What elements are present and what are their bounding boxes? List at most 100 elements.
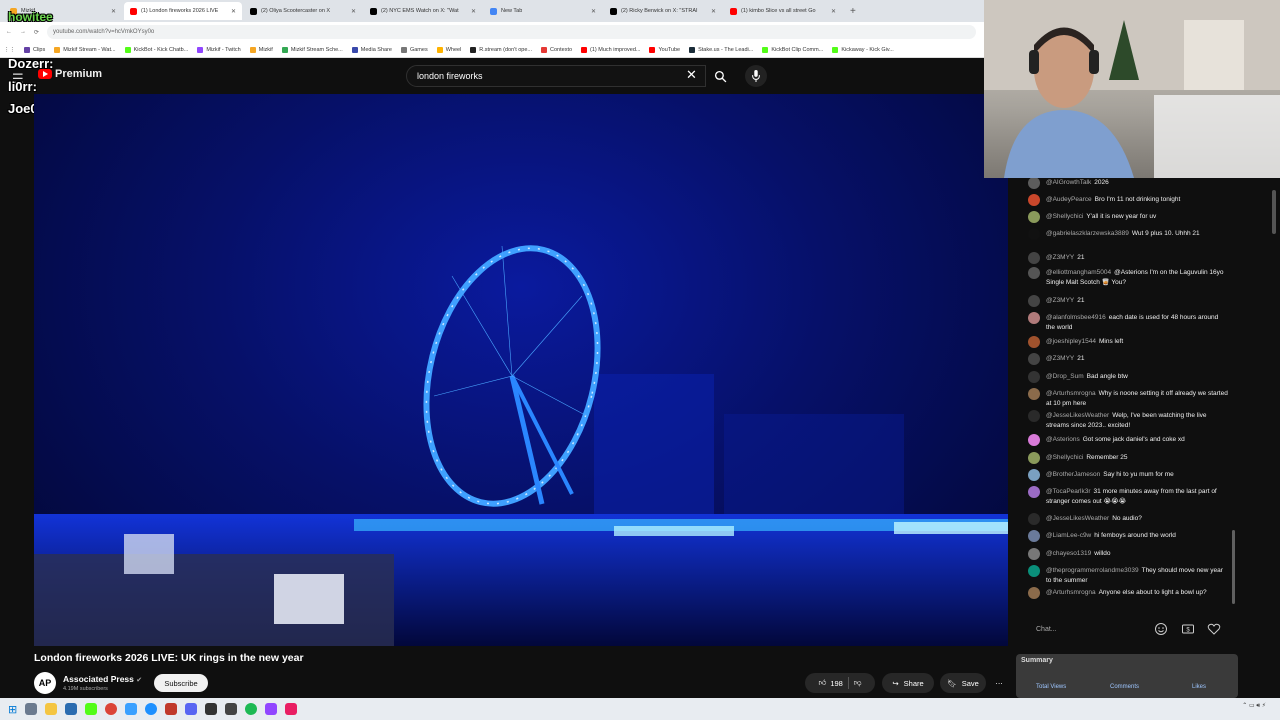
- chat-author[interactable]: @Drop_Sum: [1046, 373, 1084, 380]
- browser-tab[interactable]: (2) NYC EMS Watch on X: "Wat ✕: [364, 2, 482, 20]
- chat-author[interactable]: @Z3MYY: [1046, 355, 1074, 362]
- share-button[interactable]: ↪ Share: [882, 673, 934, 693]
- forward-arrow-icon[interactable]: →: [20, 29, 26, 35]
- chat-author[interactable]: @gabrielaszklarzewska3889: [1046, 230, 1129, 237]
- chat-avatar[interactable]: [1028, 434, 1040, 446]
- bookmark-item[interactable]: Stake.us - The Leadi...: [689, 46, 753, 53]
- emoji-icon[interactable]: [1154, 622, 1168, 636]
- bookmark-item[interactable]: Clips: [24, 46, 45, 53]
- dislike-button[interactable]: 👎︎: [854, 678, 862, 688]
- tab-close-icon[interactable]: ✕: [351, 8, 356, 15]
- chat-author[interactable]: @Arturhsmrogna: [1046, 589, 1096, 596]
- chat-author[interactable]: @Shellychici: [1046, 454, 1083, 461]
- app-icon[interactable]: [285, 703, 298, 715]
- bookmark-item[interactable]: YouTube: [649, 46, 680, 53]
- like-button[interactable]: 👍︎ 198: [819, 678, 843, 688]
- more-actions-icon[interactable]: ⋯: [990, 673, 1008, 693]
- chat-avatar[interactable]: [1028, 548, 1040, 560]
- chat-avatar[interactable]: [1028, 513, 1040, 525]
- browser-tab-active[interactable]: (1) London fireworks 2026 LIVE ✕: [124, 2, 242, 20]
- browser-tab[interactable]: (2) Ricky Berwick on X: "STRAI ✕: [604, 2, 722, 20]
- spotify-icon[interactable]: [245, 703, 258, 715]
- chat-author[interactable]: @theprogrammerrolandme3039: [1046, 567, 1139, 574]
- obs-icon[interactable]: [225, 703, 238, 715]
- chat-avatar[interactable]: [1028, 565, 1040, 577]
- chat-author[interactable]: @AIGrowthTalk: [1046, 179, 1091, 186]
- reload-icon[interactable]: ⟳: [34, 29, 39, 36]
- chat-avatar[interactable]: [1028, 336, 1040, 348]
- apps-grid-icon[interactable]: ⋮⋮: [4, 47, 15, 53]
- chat-avatar[interactable]: [1028, 530, 1040, 542]
- chat-avatar[interactable]: [1028, 312, 1040, 324]
- search-input[interactable]: london fireworks: [406, 65, 706, 87]
- app-icon[interactable]: [165, 703, 178, 715]
- chat-avatar[interactable]: [1028, 469, 1040, 481]
- bookmark-item[interactable]: Mizkif: [249, 46, 273, 53]
- super-chat-icon[interactable]: $: [1181, 622, 1195, 636]
- chat-avatar[interactable]: [1028, 371, 1040, 383]
- app-icon[interactable]: [265, 703, 278, 715]
- bookmark-item[interactable]: Kickaway - Kick Giv...: [832, 46, 894, 53]
- chat-avatar[interactable]: [1028, 587, 1040, 599]
- bookmark-item[interactable]: Wheel: [436, 46, 461, 53]
- chat-avatar[interactable]: [1028, 211, 1040, 223]
- new-tab-plus-icon[interactable]: +: [844, 6, 862, 17]
- chat-author[interactable]: @alanfolmsbee4916: [1046, 314, 1106, 321]
- tab-close-icon[interactable]: ✕: [471, 8, 476, 15]
- chat-avatar[interactable]: [1028, 452, 1040, 464]
- chat-avatar[interactable]: [1028, 295, 1040, 307]
- windows-start-icon[interactable]: ⊞: [8, 703, 17, 716]
- tab-close-icon[interactable]: ✕: [831, 8, 836, 15]
- chat-avatar[interactable]: [1028, 178, 1040, 189]
- bookmark-item[interactable]: Mizkif Stream Sche...: [281, 46, 343, 53]
- chat-author[interactable]: @JesseLikesWeather: [1046, 412, 1109, 419]
- chat-avatar[interactable]: [1028, 252, 1040, 264]
- browser-tab[interactable]: (1) kimbo Slice vs all street Go ✕: [724, 2, 842, 20]
- bookmark-item[interactable]: Media Share: [351, 46, 392, 53]
- chat-avatar[interactable]: [1028, 353, 1040, 365]
- page-scrollbar[interactable]: [1272, 190, 1276, 234]
- chat-author[interactable]: @AudeyPearce: [1046, 196, 1092, 203]
- chat-author[interactable]: @BrotherJameson: [1046, 471, 1100, 478]
- chat-author[interactable]: @chayeso1319: [1046, 550, 1091, 557]
- bookmark-item[interactable]: KickBot Clip Comm...: [762, 46, 823, 53]
- bookmark-item[interactable]: Mizkif - Twitch: [197, 46, 241, 53]
- channel-name[interactable]: Associated Press ✔: [63, 674, 142, 684]
- chat-author[interactable]: @LiamLee-c9w: [1046, 532, 1091, 539]
- bookmark-item[interactable]: Contexto: [541, 46, 572, 53]
- chat-author[interactable]: @Asterions: [1046, 436, 1080, 443]
- subscribe-button[interactable]: Subscribe: [154, 674, 208, 692]
- chat-author[interactable]: @Shellychici: [1046, 213, 1083, 220]
- task-view-icon[interactable]: [25, 703, 38, 715]
- back-arrow-icon[interactable]: ←: [6, 29, 12, 35]
- chat-scrollbar[interactable]: [1232, 530, 1235, 604]
- chat-avatar[interactable]: [1028, 410, 1040, 422]
- video-player[interactable]: [34, 94, 1008, 646]
- bookmark-item[interactable]: (1) Much improved...: [581, 46, 640, 53]
- save-button[interactable]: 🔖︎ Save: [940, 673, 986, 693]
- chat-avatar[interactable]: [1028, 194, 1040, 206]
- search-button[interactable]: [706, 65, 734, 87]
- clear-search-icon[interactable]: ✕: [686, 67, 697, 83]
- app-icon[interactable]: [205, 703, 218, 715]
- file-explorer-icon[interactable]: [45, 703, 58, 715]
- app-icon[interactable]: [125, 703, 138, 715]
- bookmark-item[interactable]: Games: [400, 46, 428, 53]
- discord-icon[interactable]: [185, 703, 198, 715]
- chat-author[interactable]: @Arturhsmrogna: [1046, 390, 1096, 397]
- chat-avatar[interactable]: [1028, 388, 1040, 400]
- chat-avatar[interactable]: [1028, 486, 1040, 498]
- kick-icon[interactable]: [85, 703, 98, 715]
- system-tray[interactable]: ⌃ ▭ 🔊︎ ⚡: [1242, 702, 1266, 710]
- bookmark-item[interactable]: Mizkif Stream - Wat...: [54, 46, 116, 53]
- chat-author[interactable]: @Z3MYY: [1046, 254, 1074, 261]
- url-field[interactable]: youtube.com/watch?v=hcVmkOYsy0o: [47, 25, 976, 39]
- tab-close-icon[interactable]: ✕: [591, 8, 596, 15]
- chat-avatar[interactable]: [1028, 228, 1040, 240]
- chat-author[interactable]: @Z3MYY: [1046, 297, 1074, 304]
- voice-search-button[interactable]: [745, 65, 767, 87]
- app-icon[interactable]: [65, 703, 78, 715]
- browser-tab[interactable]: (2) Oliya Scootercaster on X ✕: [244, 2, 362, 20]
- chat-author[interactable]: @TocaPearlk3r: [1046, 488, 1091, 495]
- chrome-icon[interactable]: [105, 703, 118, 715]
